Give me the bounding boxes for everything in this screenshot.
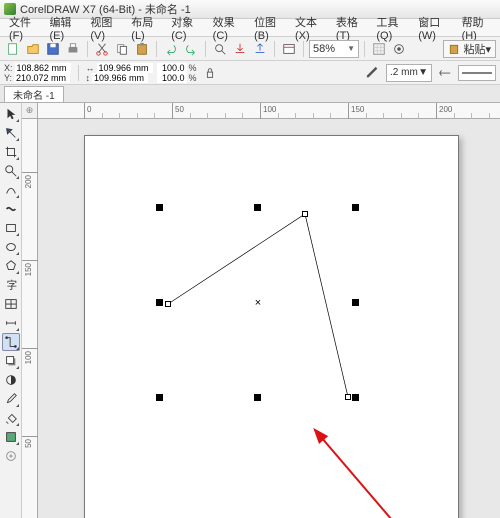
- paste-label: 粘贴▾: [463, 41, 491, 57]
- chevron-down-icon: ▼: [347, 44, 355, 53]
- width-icon: ↔: [86, 63, 95, 73]
- width-field[interactable]: [97, 63, 153, 73]
- pick-tool[interactable]: [2, 105, 20, 123]
- outline-width-value: .2 mm: [390, 67, 418, 78]
- polyline-node-start[interactable]: [165, 301, 171, 307]
- property-bar: X: Y: ↔ ↕ % % .2 mm ▼: [0, 61, 500, 85]
- ellipse-tool[interactable]: [2, 238, 20, 256]
- menu-table[interactable]: 表格(T): [331, 13, 369, 43]
- selection-handle-se[interactable]: [352, 394, 359, 401]
- scale-x-field[interactable]: [157, 63, 187, 73]
- polyline-node-mid[interactable]: [302, 211, 308, 217]
- outline-width-field[interactable]: .2 mm ▼: [386, 64, 432, 82]
- open-button[interactable]: [24, 40, 42, 58]
- zoom-level-field[interactable]: 58% ▼: [309, 40, 359, 58]
- crop-tool[interactable]: [2, 143, 20, 161]
- chevron-down-icon: ▼: [418, 67, 428, 78]
- rectangle-tool[interactable]: [2, 219, 20, 237]
- new-button[interactable]: [4, 40, 22, 58]
- selection-handle-w[interactable]: [156, 299, 163, 306]
- y-label: Y:: [4, 73, 12, 83]
- menu-bar: 文件(F) 编辑(E) 视图(V) 布局(L) 对象(C) 效果(C) 位图(B…: [0, 19, 500, 37]
- publish-button[interactable]: [280, 40, 298, 58]
- selection-handle-nw[interactable]: [156, 204, 163, 211]
- selection-center-marker: ×: [255, 297, 261, 309]
- size-fields: ↔ ↕: [86, 63, 153, 83]
- zoom-tool[interactable]: [2, 162, 20, 180]
- vertical-ruler[interactable]: 200150100500-50-100: [22, 119, 38, 518]
- position-fields: X: Y:: [4, 63, 71, 83]
- menu-layout[interactable]: 布局(L): [126, 13, 164, 43]
- smartfill-tool[interactable]: [2, 428, 20, 446]
- menu-text[interactable]: 文本(X): [290, 13, 329, 43]
- outline-pen-button[interactable]: [364, 64, 382, 82]
- text-tool[interactable]: 字: [2, 276, 20, 294]
- svg-text:字: 字: [6, 279, 17, 292]
- x-label: X:: [4, 63, 13, 73]
- selection-handle-n[interactable]: [254, 204, 261, 211]
- zoom-value: 58%: [313, 43, 335, 55]
- table-tool[interactable]: [2, 295, 20, 313]
- undo-button[interactable]: [162, 40, 180, 58]
- document-viewport[interactable]: ×: [38, 119, 500, 518]
- menu-edit[interactable]: 编辑(E): [44, 13, 83, 43]
- lock-ratio-button[interactable]: [201, 64, 219, 82]
- horizontal-ruler[interactable]: 050100150200250: [38, 103, 500, 119]
- menu-effect[interactable]: 效果(C): [208, 13, 247, 43]
- paste-button[interactable]: [133, 40, 151, 58]
- menu-bitmap[interactable]: 位图(B): [249, 13, 288, 43]
- ruler-origin[interactable]: ⊕: [22, 103, 38, 119]
- copy-button[interactable]: [113, 40, 131, 58]
- menu-window[interactable]: 窗口(W): [413, 13, 454, 43]
- height-icon: ↕: [86, 73, 91, 83]
- menu-file[interactable]: 文件(F): [4, 13, 42, 43]
- height-field[interactable]: [92, 73, 148, 83]
- document-tab[interactable]: 未命名 -1: [4, 86, 64, 102]
- redo-button[interactable]: [182, 40, 200, 58]
- tab-label: 未命名 -1: [13, 87, 55, 102]
- selection-handle-ne[interactable]: [352, 204, 359, 211]
- eyedropper-tool[interactable]: [2, 390, 20, 408]
- polygon-tool[interactable]: [2, 257, 20, 275]
- line-style-field[interactable]: [458, 65, 496, 81]
- artistic-media-tool[interactable]: [2, 200, 20, 218]
- document-tab-bar: 未命名 -1: [0, 85, 500, 103]
- save-button[interactable]: [44, 40, 62, 58]
- transparency-tool[interactable]: [2, 371, 20, 389]
- print-button[interactable]: [64, 40, 82, 58]
- line-start-button[interactable]: [436, 64, 454, 82]
- export-button[interactable]: [251, 40, 269, 58]
- expand-tool[interactable]: [2, 447, 20, 465]
- dropshadow-tool[interactable]: [2, 352, 20, 370]
- polyline-node-end[interactable]: [345, 394, 351, 400]
- freehand-tool[interactable]: [2, 181, 20, 199]
- shape-tool[interactable]: [2, 124, 20, 142]
- dimension-tool[interactable]: [2, 314, 20, 332]
- fill-tool[interactable]: [2, 409, 20, 427]
- search-button[interactable]: [211, 40, 229, 58]
- toolbox: 字: [0, 103, 22, 518]
- cut-button[interactable]: [93, 40, 111, 58]
- scale-y-field[interactable]: [157, 73, 187, 83]
- menu-view[interactable]: 视图(V): [85, 13, 124, 43]
- scale-fields: % %: [157, 63, 197, 83]
- menu-help[interactable]: 帮助(H): [457, 13, 496, 43]
- options-button[interactable]: [390, 40, 408, 58]
- y-field[interactable]: [14, 73, 70, 83]
- paste-dropdown[interactable]: 粘贴▾: [443, 40, 496, 58]
- x-field[interactable]: [15, 63, 71, 73]
- canvas-area: ⊕ 050100150200250 200150100500-50-100 ×: [22, 103, 500, 518]
- menu-tools[interactable]: 工具(Q): [371, 13, 411, 43]
- selection-handle-sw[interactable]: [156, 394, 163, 401]
- page: [84, 135, 459, 518]
- connector-tool[interactable]: [2, 333, 20, 351]
- import-button[interactable]: [231, 40, 249, 58]
- selection-handle-s[interactable]: [254, 394, 261, 401]
- selection-handle-e[interactable]: [352, 299, 359, 306]
- menu-object[interactable]: 对象(C): [166, 13, 205, 43]
- snap-button[interactable]: [370, 40, 388, 58]
